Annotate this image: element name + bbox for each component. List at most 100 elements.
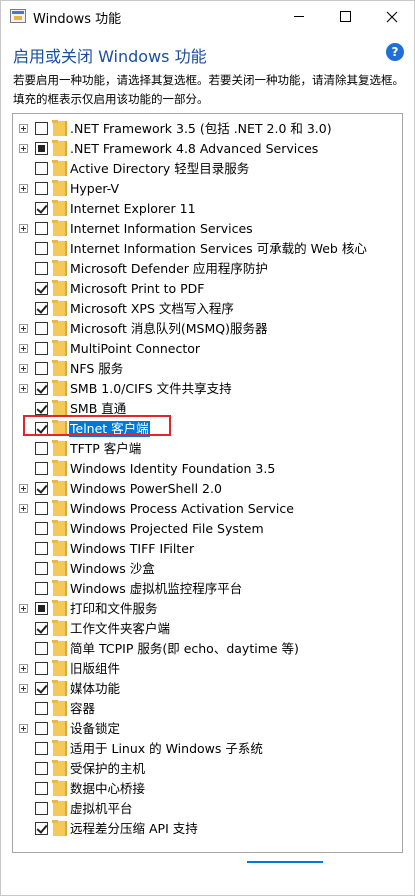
feature-row[interactable]: 容器	[13, 699, 402, 719]
feature-row[interactable]: 数据中心桥接	[13, 779, 402, 799]
title-bar[interactable]: Windows 功能	[1, 1, 414, 32]
feature-row[interactable]: Internet Information Services 可承载的 Web 核…	[13, 239, 402, 259]
feature-row[interactable]: Windows Identity Foundation 3.5	[13, 459, 402, 479]
feature-checkbox[interactable]	[35, 302, 48, 315]
feature-label[interactable]: Internet Information Services	[69, 221, 254, 237]
feature-label[interactable]: Active Directory 轻型目录服务	[69, 161, 250, 177]
feature-label[interactable]: 数据中心桥接	[69, 781, 146, 797]
feature-checkbox[interactable]	[35, 702, 48, 715]
feature-row[interactable]: Microsoft Defender 应用程序防护	[13, 259, 402, 279]
feature-label[interactable]: 虚拟机平台	[69, 801, 134, 817]
feature-row[interactable]: SMB 直通	[13, 399, 402, 419]
close-button[interactable]	[369, 1, 415, 32]
feature-row[interactable]: Windows PowerShell 2.0	[13, 479, 402, 499]
feature-label[interactable]: Windows Identity Foundation 3.5	[69, 461, 276, 477]
feature-row[interactable]: Internet Information Services	[13, 219, 402, 239]
feature-label[interactable]: Windows 沙盒	[69, 561, 156, 577]
feature-checkbox[interactable]	[35, 162, 48, 175]
feature-checkbox[interactable]	[35, 462, 48, 475]
feature-row[interactable]: SMB 1.0/CIFS 文件共享支持	[13, 379, 402, 399]
feature-row[interactable]: .NET Framework 4.8 Advanced Services	[13, 139, 402, 159]
feature-row[interactable]: Windows 虚拟机监控程序平台	[13, 579, 402, 599]
feature-label[interactable]: Windows PowerShell 2.0	[69, 481, 223, 497]
feature-checkbox[interactable]	[35, 802, 48, 815]
expand-icon[interactable]	[19, 724, 28, 733]
feature-checkbox[interactable]	[35, 142, 48, 155]
feature-checkbox[interactable]	[35, 382, 48, 395]
feature-label[interactable]: 受保护的主机	[69, 761, 146, 777]
feature-label[interactable]: Windows Projected File System	[69, 521, 265, 537]
feature-checkbox[interactable]	[35, 182, 48, 195]
feature-checkbox[interactable]	[35, 322, 48, 335]
feature-label[interactable]: 媒体功能	[69, 681, 121, 697]
feature-checkbox[interactable]	[35, 122, 48, 135]
feature-row[interactable]: Internet Explorer 11	[13, 199, 402, 219]
feature-row[interactable]: 旧版组件	[13, 659, 402, 679]
feature-label[interactable]: Internet Explorer 11	[69, 201, 197, 217]
feature-label[interactable]: 容器	[69, 701, 96, 717]
feature-label[interactable]: Internet Information Services 可承载的 Web 核…	[69, 241, 368, 257]
feature-row[interactable]: Hyper-V	[13, 179, 402, 199]
expand-icon[interactable]	[19, 344, 28, 353]
help-icon[interactable]: ?	[386, 43, 404, 61]
expand-icon[interactable]	[19, 664, 28, 673]
expand-icon[interactable]	[19, 684, 28, 693]
feature-checkbox[interactable]	[35, 262, 48, 275]
feature-checkbox[interactable]	[35, 682, 48, 695]
feature-row[interactable]: 受保护的主机	[13, 759, 402, 779]
expand-icon[interactable]	[19, 364, 28, 373]
expand-icon[interactable]	[19, 224, 28, 233]
feature-row[interactable]: Microsoft Print to PDF	[13, 279, 402, 299]
feature-label[interactable]: 远程差分压缩 API 支持	[69, 821, 199, 837]
expand-icon[interactable]	[19, 484, 28, 493]
feature-checkbox[interactable]	[35, 642, 48, 655]
feature-label[interactable]: .NET Framework 4.8 Advanced Services	[69, 141, 319, 157]
feature-row[interactable]: 简单 TCPIP 服务(即 echo、daytime 等)	[13, 639, 402, 659]
feature-checkbox[interactable]	[35, 822, 48, 835]
feature-checkbox[interactable]	[35, 422, 48, 435]
feature-label[interactable]: Microsoft Defender 应用程序防护	[69, 261, 269, 277]
feature-label[interactable]: SMB 1.0/CIFS 文件共享支持	[69, 381, 233, 397]
ok-button-edge[interactable]	[247, 861, 323, 867]
feature-checkbox[interactable]	[35, 502, 48, 515]
feature-row[interactable]: 设备锁定	[13, 719, 402, 739]
feature-checkbox[interactable]	[35, 442, 48, 455]
feature-row[interactable]: Windows Process Activation Service	[13, 499, 402, 519]
feature-checkbox[interactable]	[35, 622, 48, 635]
feature-row[interactable]: Active Directory 轻型目录服务	[13, 159, 402, 179]
feature-row[interactable]: 虚拟机平台	[13, 799, 402, 819]
feature-label[interactable]: Windows Process Activation Service	[69, 501, 295, 517]
feature-row[interactable]: Windows Projected File System	[13, 519, 402, 539]
feature-row[interactable]: 打印和文件服务	[13, 599, 402, 619]
feature-label[interactable]: .NET Framework 3.5 (包括 .NET 2.0 和 3.0)	[69, 121, 333, 137]
expand-icon[interactable]	[19, 604, 28, 613]
feature-label[interactable]: Telnet 客户端	[69, 421, 150, 437]
features-tree[interactable]: .NET Framework 3.5 (包括 .NET 2.0 和 3.0) .N…	[12, 113, 403, 853]
feature-checkbox[interactable]	[35, 722, 48, 735]
feature-row[interactable]: 适用于 Linux 的 Windows 子系统	[13, 739, 402, 759]
feature-checkbox[interactable]	[35, 762, 48, 775]
feature-row[interactable]: TFTP 客户端	[13, 439, 402, 459]
feature-row[interactable]: 工作文件夹客户端	[13, 619, 402, 639]
feature-label[interactable]: Microsoft Print to PDF	[69, 281, 205, 297]
feature-row[interactable]: .NET Framework 3.5 (包括 .NET 2.0 和 3.0)	[13, 119, 402, 139]
feature-label[interactable]: NFS 服务	[69, 361, 124, 377]
feature-checkbox[interactable]	[35, 362, 48, 375]
feature-row[interactable]: Windows 沙盒	[13, 559, 402, 579]
feature-checkbox[interactable]	[35, 242, 48, 255]
expand-icon[interactable]	[19, 184, 28, 193]
feature-label[interactable]: Windows 虚拟机监控程序平台	[69, 581, 243, 597]
feature-checkbox[interactable]	[35, 522, 48, 535]
feature-row[interactable]: Microsoft XPS 文档写入程序	[13, 299, 402, 319]
feature-label[interactable]: 工作文件夹客户端	[69, 621, 171, 637]
feature-row[interactable]: Microsoft 消息队列(MSMQ)服务器	[13, 319, 402, 339]
feature-label[interactable]: 适用于 Linux 的 Windows 子系统	[69, 741, 264, 757]
feature-label[interactable]: SMB 直通	[69, 401, 127, 417]
feature-label[interactable]: MultiPoint Connector	[69, 341, 201, 357]
feature-checkbox[interactable]	[35, 602, 48, 615]
expand-icon[interactable]	[19, 124, 28, 133]
maximize-button[interactable]	[322, 1, 368, 32]
minimize-button[interactable]	[276, 1, 322, 32]
feature-row[interactable]: 媒体功能	[13, 679, 402, 699]
feature-row[interactable]: MultiPoint Connector	[13, 339, 402, 359]
